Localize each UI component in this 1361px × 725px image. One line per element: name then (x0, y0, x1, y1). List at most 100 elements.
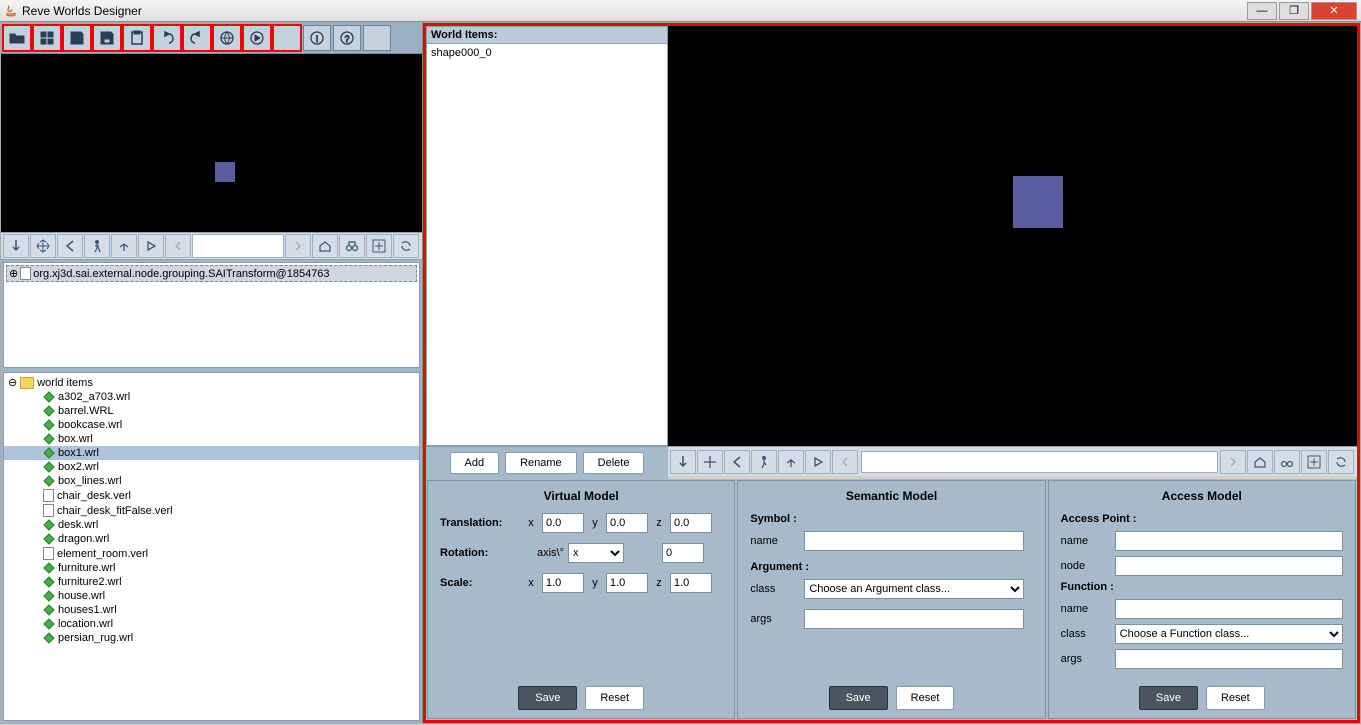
am-fname-input[interactable] (1115, 599, 1343, 619)
transform-tree-node[interactable]: ⊕ org.xj3d.sai.external.node.grouping.SA… (6, 265, 417, 282)
world-button[interactable] (213, 25, 241, 51)
file-tree[interactable]: ⊖ world items a302_a703.wrlbarrel.WRLboo… (3, 372, 420, 721)
am-node-input[interactable] (1115, 556, 1343, 576)
file-tree-item[interactable]: box1.wrl (4, 446, 419, 460)
nav2-pan-icon[interactable] (697, 450, 723, 474)
am-args-input[interactable] (1115, 649, 1343, 669)
file-tree-item[interactable]: bookcase.wrl (4, 418, 419, 432)
file-tree-item[interactable]: dragon.wrl (4, 532, 419, 546)
nav-axis-icon[interactable] (111, 234, 137, 258)
help-button[interactable]: ? (333, 25, 361, 51)
save-button[interactable] (63, 25, 91, 51)
title-bar: Reve Worlds Designer — ❐ ✕ (0, 0, 1361, 22)
main-viewport[interactable] (668, 26, 1357, 446)
file-tree-item[interactable]: chair_desk_fitFalse.verl (4, 503, 419, 518)
vm-reset-button[interactable]: Reset (585, 686, 644, 710)
file-tree-item[interactable]: box_lines.wrl (4, 474, 419, 488)
nav2-axis-icon[interactable] (778, 450, 804, 474)
nav2-down-icon[interactable] (670, 450, 696, 474)
vm-sz-input[interactable] (670, 573, 712, 593)
am-name-input[interactable] (1115, 531, 1343, 551)
vm-tz-input[interactable] (670, 513, 712, 533)
nav2-home-icon[interactable] (1247, 450, 1273, 474)
file-tree-item[interactable]: desk.wrl (4, 518, 419, 532)
am-save-button[interactable]: Save (1139, 686, 1198, 710)
nav2-left-icon[interactable] (724, 450, 750, 474)
nav-left-icon[interactable] (57, 234, 83, 258)
file-tree-root[interactable]: ⊖ world items (4, 375, 419, 390)
vm-sx-input[interactable] (542, 573, 584, 593)
sm-name-input[interactable] (804, 531, 1024, 551)
am-class-select[interactable]: Choose a Function class... (1115, 624, 1343, 644)
virtual-model-panel: Virtual Model Translation: x y z Rotatio… (427, 480, 735, 719)
file-tree-item[interactable]: box2.wrl (4, 460, 419, 474)
undo-button[interactable] (153, 25, 181, 51)
nav-home-icon[interactable] (312, 234, 338, 258)
nav2-swap-icon[interactable] (1328, 450, 1354, 474)
vm-rotaxis-select[interactable]: x (568, 543, 624, 563)
file-tree-item[interactable]: a302_a703.wrl (4, 390, 419, 404)
sm-save-button[interactable]: Save (829, 686, 888, 710)
nav-next-icon[interactable] (285, 234, 311, 258)
sm-reset-button[interactable]: Reset (896, 686, 955, 710)
vm-save-button[interactable]: Save (518, 686, 577, 710)
world-play-button[interactable] (243, 25, 271, 51)
vm-tx-input[interactable] (542, 513, 584, 533)
open-folder-button[interactable] (3, 25, 31, 51)
minimize-button[interactable]: — (1247, 2, 1277, 20)
am-reset-button[interactable]: Reset (1206, 686, 1265, 710)
nav2-next-icon[interactable] (1220, 450, 1246, 474)
file-tree-item[interactable]: chair_desk.verl (4, 488, 419, 503)
maximize-button[interactable]: ❐ (1279, 2, 1309, 20)
nav2-binoculars-icon[interactable] (1274, 450, 1300, 474)
add-button[interactable]: Add (450, 452, 500, 474)
expand-icon[interactable]: ⊕ (9, 267, 18, 280)
file-tree-item[interactable]: houses1.wrl (4, 603, 419, 617)
empty-button[interactable] (363, 25, 391, 51)
mini-viewport[interactable] (1, 54, 422, 232)
delete-button[interactable]: Delete (583, 452, 645, 474)
close-button[interactable]: ✕ (1311, 2, 1357, 20)
mini-nav-toolbar (1, 232, 422, 260)
grid-button[interactable] (33, 25, 61, 51)
file-tree-item[interactable]: location.wrl (4, 617, 419, 631)
nav-walk-icon[interactable] (84, 234, 110, 258)
file-tree-item[interactable]: furniture2.wrl (4, 575, 419, 589)
transform-tree-panel[interactable]: ⊕ org.xj3d.sai.external.node.grouping.SA… (3, 262, 420, 368)
nav-fit-icon[interactable] (366, 234, 392, 258)
semantic-model-panel: Semantic Model Symbol : name Argument : … (737, 480, 1045, 719)
info-button[interactable]: i (303, 25, 331, 51)
sm-args-input[interactable] (804, 609, 1024, 629)
nav2-fit-icon[interactable] (1301, 450, 1327, 474)
expand-icon[interactable]: ⊖ (8, 376, 17, 389)
vm-rotangle-input[interactable] (662, 543, 704, 563)
blank-button[interactable] (273, 25, 301, 51)
window-title: Reve Worlds Designer (22, 4, 1247, 18)
world-items-list[interactable]: shape000_0 (427, 44, 667, 445)
file-tree-item[interactable]: house.wrl (4, 589, 419, 603)
file-tree-item[interactable]: box.wrl (4, 432, 419, 446)
nav-binoculars-icon[interactable] (339, 234, 365, 258)
vm-sy-input[interactable] (606, 573, 648, 593)
file-tree-item[interactable]: persian_rug.wrl (4, 631, 419, 645)
nav2-prev-icon[interactable] (832, 450, 858, 474)
nav-prev-icon[interactable] (165, 234, 191, 258)
top-toolbar: i ? (1, 23, 422, 54)
clipboard-button[interactable] (123, 25, 151, 51)
file-label: element_room.verl (57, 548, 148, 560)
nav2-walk-icon[interactable] (751, 450, 777, 474)
world-item[interactable]: shape000_0 (429, 46, 665, 60)
file-tree-item[interactable]: furniture.wrl (4, 561, 419, 575)
nav-down-icon[interactable] (3, 234, 29, 258)
file-tree-item[interactable]: element_room.verl (4, 546, 419, 561)
rename-button[interactable]: Rename (505, 452, 577, 474)
save-as-button[interactable] (93, 25, 121, 51)
vm-ty-input[interactable] (606, 513, 648, 533)
sm-class-select[interactable]: Choose an Argument class... (804, 579, 1024, 599)
redo-button[interactable] (183, 25, 211, 51)
nav-play-icon[interactable] (138, 234, 164, 258)
nav-swap-icon[interactable] (393, 234, 419, 258)
nav-pan-icon[interactable] (30, 234, 56, 258)
file-tree-item[interactable]: barrel.WRL (4, 404, 419, 418)
nav2-play-icon[interactable] (805, 450, 831, 474)
